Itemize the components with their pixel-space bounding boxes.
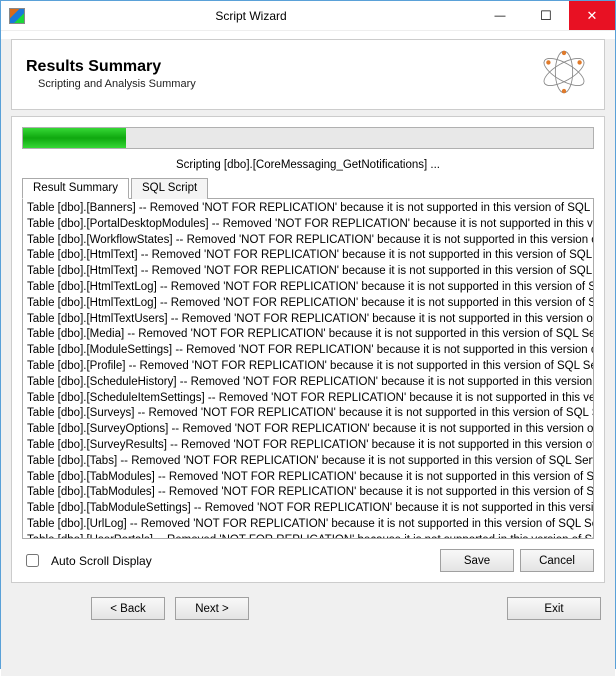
window-title: Script Wizard [25, 9, 477, 23]
log-line: Table [dbo].[UserPortals] -- Removed 'NO… [27, 533, 589, 539]
log-line: Table [dbo].[TabModules] -- Removed 'NOT… [27, 485, 589, 501]
progress-bar [22, 127, 594, 149]
tab-result-summary[interactable]: Result Summary [22, 178, 129, 199]
tab-strip: Result Summary SQL Script [22, 177, 594, 199]
log-line: Table [dbo].[Profile] -- Removed 'NOT FO… [27, 359, 589, 375]
log-line: Table [dbo].[HtmlText] -- Removed 'NOT F… [27, 248, 589, 264]
log-line: Table [dbo].[ScheduleItemSettings] -- Re… [27, 391, 589, 407]
log-line: Table [dbo].[TabModules] -- Removed 'NOT… [27, 470, 589, 486]
wizard-nav: < Back Next > Exit [1, 583, 615, 632]
log-line: Table [dbo].[Surveys] -- Removed 'NOT FO… [27, 406, 589, 422]
atom-icon [538, 50, 590, 97]
header-panel: Results Summary Scripting and Analysis S… [11, 39, 605, 110]
log-line: Table [dbo].[HtmlTextLog] -- Removed 'NO… [27, 296, 589, 312]
exit-button[interactable]: Exit [507, 597, 601, 620]
minimize-button[interactable]: — [477, 1, 523, 30]
progress-fill [23, 128, 126, 148]
log-line: Table [dbo].[ScheduleHistory] -- Removed… [27, 375, 589, 391]
auto-scroll-label: Auto Scroll Display [51, 554, 152, 568]
save-button[interactable]: Save [440, 549, 514, 572]
page-title: Results Summary [26, 58, 196, 76]
log-line: Table [dbo].[ModuleSettings] -- Removed … [27, 343, 589, 359]
cancel-button[interactable]: Cancel [520, 549, 594, 572]
log-line: Table [dbo].[Tabs] -- Removed 'NOT FOR R… [27, 454, 589, 470]
log-line: Table [dbo].[PortalDesktopModules] -- Re… [27, 217, 589, 233]
page-subtitle: Scripting and Analysis Summary [38, 78, 196, 90]
log-line: Table [dbo].[SurveyResults] -- Removed '… [27, 438, 589, 454]
tab-sql-script[interactable]: SQL Script [131, 178, 208, 199]
log-line: Table [dbo].[Media] -- Removed 'NOT FOR … [27, 327, 589, 343]
titlebar[interactable]: Script Wizard — ☐ ✕ [1, 1, 615, 31]
status-text: Scripting [dbo].[CoreMessaging_GetNotifi… [22, 159, 594, 171]
app-icon [9, 8, 25, 24]
log-line: Table [dbo].[WorkflowStates] -- Removed … [27, 233, 589, 249]
auto-scroll-checkbox[interactable] [26, 554, 39, 567]
log-line: Table [dbo].[HtmlTextLog] -- Removed 'NO… [27, 280, 589, 296]
log-output[interactable]: Table [dbo].[Banners] -- Removed 'NOT FO… [22, 199, 594, 539]
close-button[interactable]: ✕ [569, 1, 615, 30]
next-button[interactable]: Next > [175, 597, 249, 620]
log-line: Table [dbo].[Banners] -- Removed 'NOT FO… [27, 201, 589, 217]
log-line: Table [dbo].[HtmlTextUsers] -- Removed '… [27, 312, 589, 328]
main-panel: Scripting [dbo].[CoreMessaging_GetNotifi… [11, 116, 605, 583]
maximize-button[interactable]: ☐ [523, 1, 569, 30]
log-line: Table [dbo].[UrlLog] -- Removed 'NOT FOR… [27, 517, 589, 533]
back-button[interactable]: < Back [91, 597, 165, 620]
log-line: Table [dbo].[HtmlText] -- Removed 'NOT F… [27, 264, 589, 280]
log-line: Table [dbo].[TabModuleSettings] -- Remov… [27, 501, 589, 517]
log-line: Table [dbo].[SurveyOptions] -- Removed '… [27, 422, 589, 438]
